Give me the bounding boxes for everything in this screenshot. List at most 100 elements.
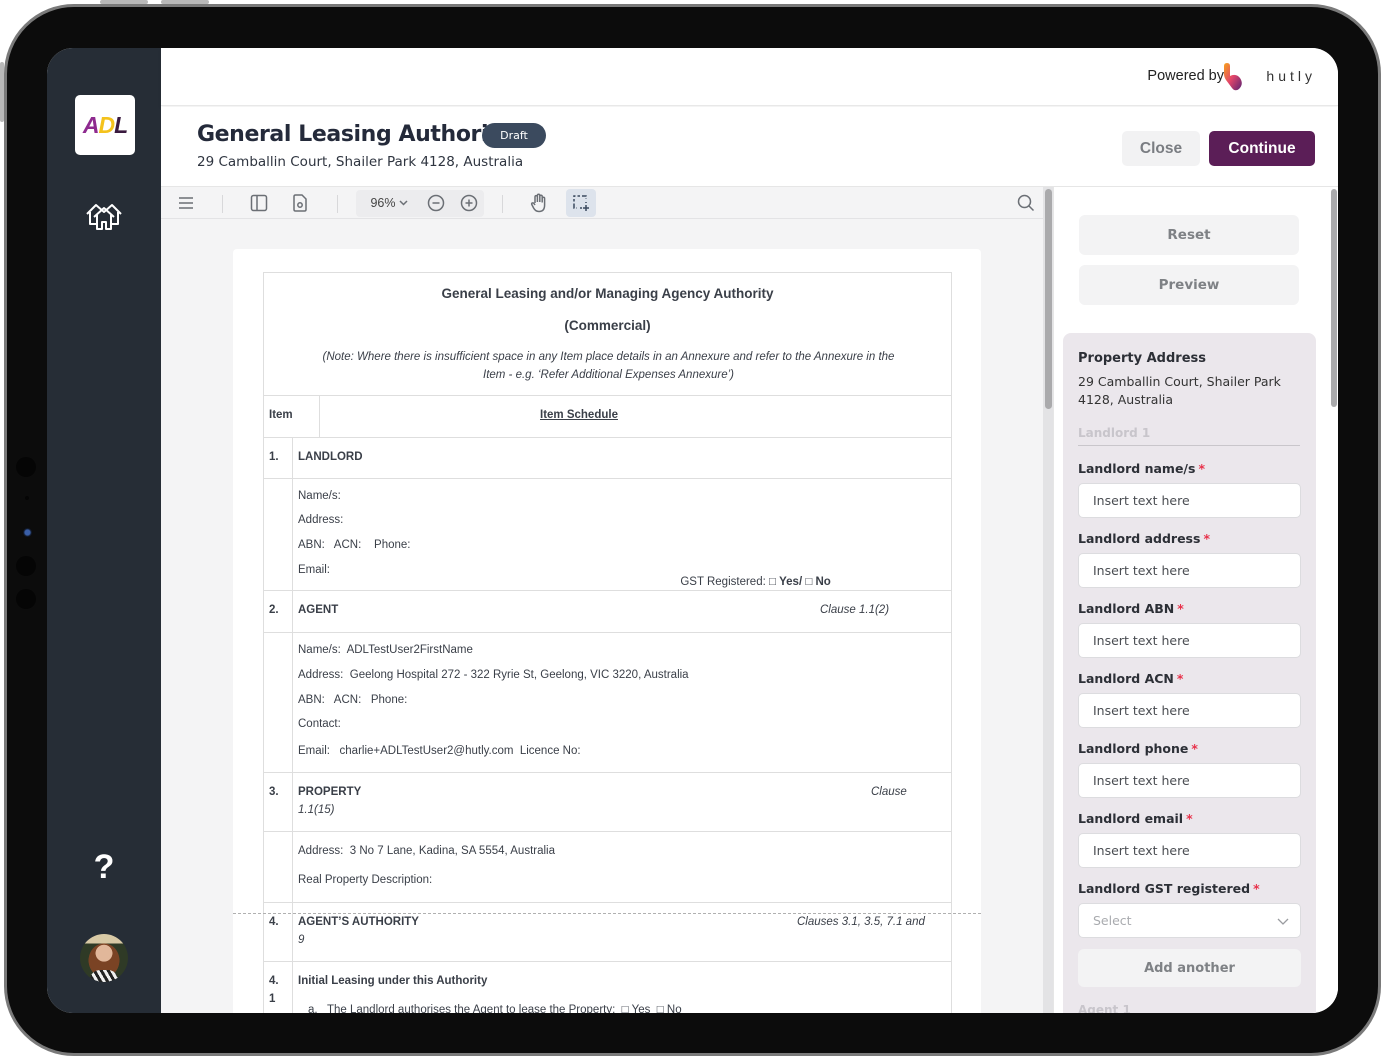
table-row-initial-leasing: 4. 1 Initial Leasing under this Authorit…	[264, 962, 951, 1013]
zoom-level-select[interactable]: 96%	[366, 191, 412, 215]
document-settings-button[interactable]	[289, 191, 311, 215]
property-address-label: Property Address	[1078, 351, 1206, 366]
toggle-sidebar-button[interactable]	[247, 191, 271, 215]
detail-line: ABN: ACN: Phone:	[298, 694, 408, 706]
avatar[interactable]	[80, 934, 128, 982]
chevron-down-icon	[398, 200, 408, 206]
chevron-down-icon	[1277, 918, 1289, 925]
toolbar-divider	[337, 195, 338, 213]
gst-prefix: GST Registered: □	[680, 576, 780, 588]
required-indicator: *	[1186, 811, 1193, 826]
property-address-value: 29 Camballin Court, Shailer Park 4128, A…	[1078, 374, 1281, 407]
section-heading-landlord: Landlord 1	[1078, 426, 1300, 446]
toolbar-divider	[502, 195, 503, 213]
status-badge: Draft	[482, 123, 546, 148]
menu-button[interactable]	[175, 191, 197, 215]
detail-line: Email: charlie+ADLTestUser2@hutly.com Li…	[298, 745, 581, 757]
landlord-address-input[interactable]	[1078, 553, 1301, 588]
field-label-landlord-gst: Landlord GST registered *	[1078, 881, 1260, 896]
item-number: 4.	[269, 916, 279, 928]
camera-sensor	[16, 556, 36, 576]
app-screen: ADL ? Powered by hutly General Leasing A…	[47, 48, 1338, 1013]
field-label-text: Landlord ACN	[1078, 671, 1174, 686]
zoom-out-button[interactable]	[425, 191, 447, 215]
form-panel-scrollbar-thumb[interactable]	[1331, 189, 1337, 407]
pan-tool-button[interactable]	[527, 191, 551, 215]
page-header: General Leasing Authority Draft 29 Camba…	[161, 107, 1338, 187]
landlord-phone-input[interactable]	[1078, 763, 1301, 798]
marquee-select-icon	[573, 195, 589, 211]
item-num-cell	[264, 773, 293, 831]
table-row-agent-heading: 2. AGENT Clause 1.1(2)	[264, 591, 951, 633]
landlord-abn-input[interactable]	[1078, 623, 1301, 658]
clause-reference: Clause	[871, 786, 907, 798]
viewer-scrollbar[interactable]	[1043, 187, 1053, 1013]
zoom-in-button[interactable]	[458, 191, 480, 215]
avatar-shirt	[90, 970, 118, 982]
hand-icon	[530, 193, 546, 213]
logo-text: ADL	[82, 111, 128, 139]
sidebar-panel-icon	[250, 194, 268, 212]
add-another-landlord-button[interactable]: Add another	[1078, 949, 1301, 987]
detail-line: Name/s: ADLTestUser2FirstName	[298, 644, 473, 656]
field-label-text: Landlord ABN	[1078, 601, 1175, 616]
table-row-authority-heading: 4. AGENT’S AUTHORITY Clauses 3.1, 3.5, 7…	[264, 903, 951, 962]
landlord-names-input[interactable]	[1078, 483, 1301, 518]
detail-line: Real Property Description:	[298, 874, 433, 886]
zoom-in-icon	[460, 194, 478, 212]
required-indicator: *	[1191, 741, 1198, 756]
document-note: (Note: Where there is insufficient space…	[272, 348, 945, 384]
field-label-text: Landlord phone	[1078, 741, 1189, 756]
required-indicator: *	[1176, 671, 1184, 686]
table-row-agent-details: Name/s: ADLTestUser2FirstName Address: G…	[264, 633, 951, 773]
search-button[interactable]	[1015, 191, 1037, 215]
detail-line: ABN: ACN: Phone:	[298, 539, 411, 551]
item-label: AGENT	[298, 604, 339, 616]
form-card: Property Address 29 Camballin Court, Sha…	[1063, 333, 1316, 1013]
table-row-property-heading: 3. PROPERTY Clause 1.1(15)	[264, 773, 951, 832]
detail-line: Address: 3 No 7 Lane, Kadina, SA 5554, A…	[298, 845, 556, 857]
hutly-logo-icon	[1224, 63, 1242, 91]
item-label: AGENT’S AUTHORITY	[298, 916, 419, 928]
marquee-zoom-button[interactable]	[566, 189, 596, 217]
item-num-cell	[264, 962, 293, 1013]
required-indicator: *	[1198, 461, 1205, 476]
document-subtitle: (Commercial)	[564, 318, 651, 333]
field-label-landlord-phone: Landlord phone *	[1078, 741, 1198, 756]
required-indicator: *	[1203, 531, 1210, 546]
camera-sensor	[16, 457, 36, 477]
viewer-scrollbar-thumb[interactable]	[1045, 189, 1052, 409]
item-number-cont: 1	[269, 993, 276, 1005]
section-heading-agent: Agent 1	[1078, 1003, 1131, 1013]
help-icon[interactable]: ?	[87, 848, 121, 887]
field-label-landlord-email: Landlord email *	[1078, 811, 1193, 826]
search-icon	[1017, 194, 1035, 212]
field-label-text: Landlord name/s	[1078, 461, 1196, 476]
form-panel: Reset Preview Property Address 29 Cambal…	[1053, 187, 1338, 1013]
adl-logo[interactable]: ADL	[75, 95, 135, 155]
clause-reference: Clause 1.1(2)	[820, 604, 890, 616]
logo-letter-a: A	[82, 111, 100, 138]
houses-icon[interactable]	[83, 200, 125, 232]
document-note-line: Item - e.g. ‘Refer Additional Expenses A…	[483, 369, 734, 381]
document-gear-icon	[293, 194, 307, 212]
field-label-text: Landlord address	[1078, 531, 1201, 546]
landlord-gst-select[interactable]: Select	[1078, 903, 1301, 938]
field-label-landlord-abn: Landlord ABN *	[1078, 601, 1184, 616]
landlord-email-input[interactable]	[1078, 833, 1301, 868]
document-viewer: 96% General Leasing and/or Managing Agen…	[161, 187, 1053, 1013]
detail-line: a. The Landlord authorises the Agent to …	[308, 1004, 682, 1013]
item-label: LANDLORD	[298, 451, 363, 463]
preview-button[interactable]: Preview	[1079, 265, 1299, 305]
close-button[interactable]: Close	[1122, 131, 1200, 166]
landlord-acn-input[interactable]	[1078, 693, 1301, 728]
continue-button[interactable]: Continue	[1209, 131, 1315, 166]
required-indicator: *	[1177, 601, 1184, 616]
reset-button[interactable]: Reset	[1079, 215, 1299, 255]
authority-form-table: General Leasing and/or Managing Agency A…	[263, 272, 952, 1013]
field-label-text: Landlord GST registered	[1078, 881, 1251, 896]
page-title: General Leasing Authority	[197, 122, 513, 147]
form-panel-scrollbar[interactable]	[1329, 187, 1338, 1013]
page-break-line	[233, 913, 981, 914]
item-number: 1.	[269, 451, 279, 463]
